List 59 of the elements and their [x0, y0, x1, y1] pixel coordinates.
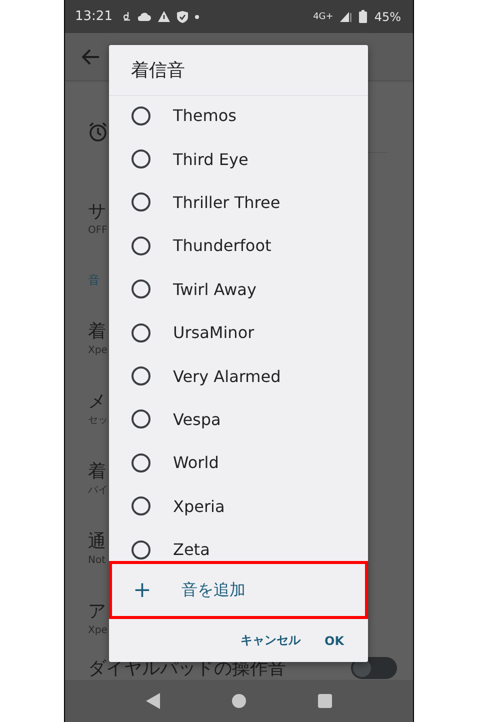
ringtone-option[interactable]: Themos	[109, 96, 368, 138]
signal-icon	[340, 11, 352, 22]
clock-time: 13:21	[75, 9, 112, 24]
section-header: 音	[88, 272, 100, 288]
option-label: Twirl Away	[173, 280, 256, 299]
ringtone-option[interactable]: Zeta	[109, 528, 368, 561]
option-label: Thriller Three	[173, 192, 280, 212]
network-type: 4G+	[313, 12, 334, 22]
radio-button[interactable]	[131, 452, 151, 473]
option-label: Very Alarmed	[173, 366, 281, 386]
ringtone-option[interactable]: UrsaMinor	[109, 310, 368, 354]
back-icon[interactable]	[146, 693, 160, 709]
ringtone-option[interactable]: World	[109, 441, 368, 485]
ringtone-option[interactable]: Thriller Three	[109, 180, 368, 224]
ringtone-option[interactable]: Third Eye	[109, 137, 368, 181]
radio-button[interactable]	[131, 192, 151, 212]
option-label: Thunderfoot	[173, 236, 272, 256]
setting-title: メ	[88, 391, 106, 413]
option-label: Zeta	[173, 540, 210, 560]
battery-icon	[359, 10, 368, 23]
ringtone-option[interactable]: Vespa	[109, 398, 368, 442]
ringtone-option[interactable]: Twirl Away	[109, 268, 368, 311]
radio-button[interactable]	[131, 366, 151, 386]
radio-button[interactable]	[131, 236, 151, 256]
carrier-icon	[123, 12, 132, 22]
setting-title: サ	[88, 201, 106, 223]
option-label: Vespa	[173, 410, 221, 429]
ringtone-option[interactable]: Thunderfoot	[109, 224, 368, 268]
option-label: Xperia	[173, 496, 225, 516]
battery-level: 45%	[374, 10, 401, 24]
home-icon[interactable]	[232, 694, 246, 708]
option-label: World	[173, 453, 219, 472]
cloud-icon	[138, 11, 152, 22]
dot-icon	[195, 14, 200, 18]
setting-title: 着	[88, 461, 106, 483]
setting-title: 着	[88, 321, 106, 343]
ringtone-option[interactable]: Xperia	[109, 484, 368, 528]
dialog-title: 着信音	[131, 59, 185, 82]
setting-title: 通	[88, 531, 106, 553]
radio-button[interactable]	[131, 106, 151, 126]
dialog-button[interactable]: OK	[314, 628, 354, 654]
option-label: UrsaMinor	[173, 323, 254, 342]
ringtone-option[interactable]: Very Alarmed	[109, 354, 368, 398]
option-label: Themos	[173, 106, 236, 126]
alarm-clock-icon	[88, 122, 108, 142]
radio-button[interactable]	[131, 409, 151, 430]
shield-icon	[177, 10, 188, 22]
warning-icon	[158, 11, 170, 22]
option-label: Third Eye	[173, 150, 248, 169]
add-sound-button[interactable]: + 音を追加	[109, 561, 368, 619]
back-arrow-icon[interactable]	[82, 48, 100, 64]
dialog-button[interactable]: キャンセル	[230, 626, 310, 655]
radio-button[interactable]	[131, 322, 151, 343]
radio-button[interactable]	[131, 149, 151, 170]
radio-button[interactable]	[131, 496, 151, 516]
setting-title: ア	[88, 601, 106, 623]
radio-button[interactable]	[131, 540, 151, 560]
toggle-switch[interactable]	[351, 656, 397, 678]
radio-button[interactable]	[131, 279, 151, 300]
